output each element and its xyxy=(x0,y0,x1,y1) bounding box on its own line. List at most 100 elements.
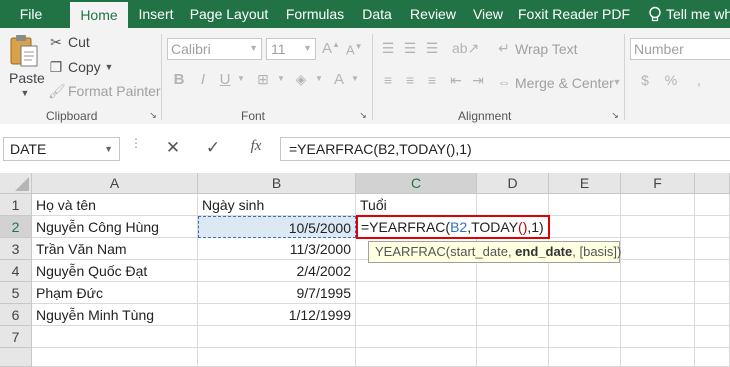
fill-color-icon[interactable]: ◈ xyxy=(292,71,310,88)
active-cell-c2-editor[interactable]: =YEARFRAC(B2,TODAY(),1) xyxy=(356,215,550,239)
cell-f7[interactable] xyxy=(621,326,695,348)
chevron-down-icon[interactable]: ▼ xyxy=(350,74,360,83)
chevron-down-icon[interactable]: ▼ xyxy=(314,74,324,83)
increase-font-icon[interactable]: A▲ xyxy=(322,40,340,57)
resize-handle-icon[interactable]: ⋮ xyxy=(130,137,142,158)
cell-g3[interactable] xyxy=(695,238,730,260)
tab-insert[interactable]: Insert xyxy=(132,0,180,28)
cell-c7[interactable] xyxy=(356,326,477,348)
cell-b2[interactable]: 10/5/2000 xyxy=(198,216,356,238)
merge-center-icon[interactable]: ⇔ xyxy=(496,74,512,90)
merge-center-button[interactable]: Merge & Center xyxy=(515,75,614,91)
comma-style-icon[interactable]: , xyxy=(690,72,708,88)
cell-f8[interactable] xyxy=(621,348,695,367)
borders-icon[interactable]: ⊞ xyxy=(254,71,272,88)
cell-g8[interactable] xyxy=(695,348,730,367)
cell-a5[interactable]: Phạm Đức xyxy=(32,282,198,304)
cell-f4[interactable] xyxy=(621,260,695,282)
row-header[interactable]: 3 xyxy=(0,238,32,260)
cell-b3[interactable]: 11/3/2000 xyxy=(198,238,356,260)
number-format-select[interactable]: Number xyxy=(630,38,730,60)
cell-e1[interactable] xyxy=(549,194,621,216)
cell-b5[interactable]: 9/7/1995 xyxy=(198,282,356,304)
paste-button[interactable]: Paste xyxy=(9,70,45,86)
tab-formulas[interactable]: Formulas xyxy=(280,0,350,28)
cell-e5[interactable] xyxy=(549,282,621,304)
wrap-text-button[interactable]: Wrap Text xyxy=(515,41,578,57)
bold-button[interactable]: B xyxy=(172,71,186,88)
column-header[interactable]: D xyxy=(477,173,549,194)
cell-b6[interactable]: 1/12/1999 xyxy=(198,304,356,326)
tooltip-arg-basis[interactable]: , [basis]) xyxy=(572,244,621,259)
paste-icon[interactable] xyxy=(8,34,40,68)
cell-c4[interactable] xyxy=(356,260,477,282)
align-top-icon[interactable]: ☰ xyxy=(380,40,396,57)
column-header[interactable]: C xyxy=(356,173,477,194)
chevron-down-icon[interactable]: ▼ xyxy=(236,74,246,83)
chevron-down-icon[interactable]: ▼ xyxy=(20,88,30,98)
cancel-icon[interactable]: ✕ xyxy=(162,138,184,160)
name-box[interactable]: DATE ▼ xyxy=(3,137,120,161)
cell-g4[interactable] xyxy=(695,260,730,282)
scissors-icon[interactable]: ✂ xyxy=(48,34,64,51)
dialog-launcher-icon[interactable]: ↘ xyxy=(358,110,368,121)
tab-home[interactable]: Home xyxy=(70,2,128,28)
increase-indent-icon[interactable]: ⇥ xyxy=(470,72,486,89)
tab-file[interactable]: File xyxy=(10,0,52,28)
cell-f6[interactable] xyxy=(621,304,695,326)
currency-icon[interactable]: $ xyxy=(636,72,654,88)
column-header[interactable]: F xyxy=(621,173,695,194)
row-header[interactable]: 7 xyxy=(0,326,32,348)
cell-c8[interactable] xyxy=(356,348,477,367)
tooltip-arg-end-date[interactable]: end_date xyxy=(515,244,572,259)
cell-c1[interactable]: Tuổi xyxy=(356,194,477,216)
cell-d5[interactable] xyxy=(477,282,549,304)
tab-foxit-reader-pdf[interactable]: Foxit Reader PDF xyxy=(518,0,630,28)
underline-button[interactable]: U xyxy=(218,71,232,88)
formula-input[interactable]: =YEARFRAC(B2,TODAY(),1) xyxy=(280,137,730,161)
row-header[interactable]: 6 xyxy=(0,304,32,326)
decrease-font-icon[interactable]: A▼ xyxy=(346,42,363,57)
cell-a3[interactable]: Trần Văn Nam xyxy=(32,238,198,260)
cell-e6[interactable] xyxy=(549,304,621,326)
align-right-icon[interactable]: ≡ xyxy=(424,72,440,88)
cell-c5[interactable] xyxy=(356,282,477,304)
cell-g2[interactable] xyxy=(695,216,730,238)
cell-d1[interactable] xyxy=(477,194,549,216)
cell-f1[interactable] xyxy=(621,194,695,216)
row-header[interactable]: 5 xyxy=(0,282,32,304)
row-header[interactable]: 2 xyxy=(0,216,32,238)
orientation-icon[interactable]: ab↗ xyxy=(452,40,479,57)
cell-g7[interactable] xyxy=(695,326,730,348)
cell-a6[interactable]: Nguyễn Minh Tùng xyxy=(32,304,198,326)
cell-g6[interactable] xyxy=(695,304,730,326)
worksheet-grid[interactable]: A B C D E F 1 2 3 4 5 6 7 Họ và tên Ngày… xyxy=(0,173,730,367)
cell-a8[interactable] xyxy=(32,348,198,367)
italic-button[interactable]: I xyxy=(196,71,210,88)
row-header[interactable]: 4 xyxy=(0,260,32,282)
column-header[interactable]: B xyxy=(198,173,356,194)
cell-a7[interactable] xyxy=(32,326,198,348)
tab-page-layout[interactable]: Page Layout xyxy=(188,0,270,28)
column-header[interactable]: E xyxy=(549,173,621,194)
cell-e8[interactable] xyxy=(549,348,621,367)
cell-e2[interactable] xyxy=(549,216,621,238)
cell-f2[interactable] xyxy=(621,216,695,238)
dialog-launcher-icon[interactable]: ↘ xyxy=(610,110,620,121)
row-header[interactable]: 1 xyxy=(0,194,32,216)
align-center-icon[interactable]: ≡ xyxy=(402,72,418,88)
tell-me-search[interactable]: Tell me wha xyxy=(666,0,730,28)
copy-button[interactable]: Copy xyxy=(68,59,101,75)
tab-view[interactable]: View xyxy=(470,0,506,28)
select-all-corner[interactable] xyxy=(0,173,32,194)
column-header[interactable]: A xyxy=(32,173,198,194)
cell-e4[interactable] xyxy=(549,260,621,282)
cell-b4[interactable]: 2/4/2002 xyxy=(198,260,356,282)
cell-f5[interactable] xyxy=(621,282,695,304)
cell-d4[interactable] xyxy=(477,260,549,282)
format-painter-icon[interactable]: 🖌 xyxy=(48,83,66,100)
percent-icon[interactable]: % xyxy=(662,72,680,88)
font-name-select[interactable]: Calibri ▼ xyxy=(167,38,262,60)
cell-a2[interactable]: Nguyễn Công Hùng xyxy=(32,216,198,238)
cell-d6[interactable] xyxy=(477,304,549,326)
